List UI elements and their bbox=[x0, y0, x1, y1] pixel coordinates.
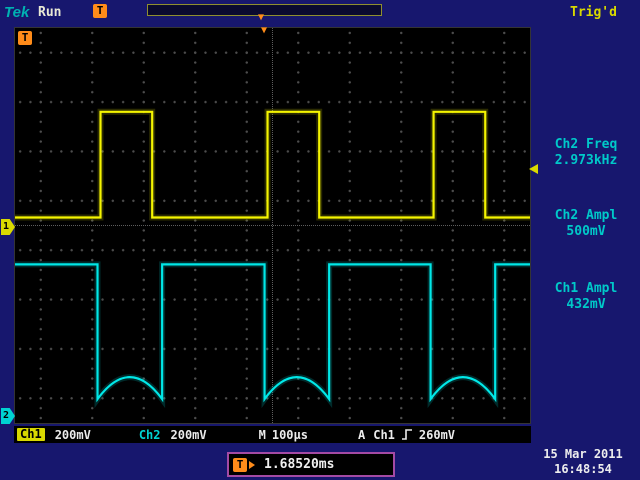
tek-logo: Tek bbox=[4, 4, 29, 21]
readout-bar: Ch1 200mV Ch2 200mV M 100µs A Ch1 260mV bbox=[14, 426, 531, 443]
trigger-source: Ch1 bbox=[373, 428, 395, 442]
measurement-ch2-freq: Ch2 Freq 2.973kHz bbox=[533, 137, 639, 169]
delay-time-value: 1.68520ms bbox=[264, 457, 334, 472]
trigger-t-icon-graticule: T bbox=[18, 31, 32, 45]
datetime-display: 15 Mar 2011 16:48:54 bbox=[528, 447, 638, 477]
ch2-scale-label: Ch2 bbox=[139, 428, 161, 442]
graticule: T ▼ bbox=[14, 27, 531, 424]
measurement-label: Ch2 Ampl bbox=[533, 208, 639, 224]
trigger-mode: A bbox=[358, 428, 365, 442]
trigger-t-icon-delay: T bbox=[233, 458, 247, 472]
ch1-trace-glow bbox=[15, 112, 530, 218]
ch1-volts-per-div: 200mV bbox=[55, 428, 91, 442]
measurement-label: Ch2 Freq bbox=[533, 137, 639, 153]
trigger-t-icon: T bbox=[93, 4, 107, 18]
measurement-value: 500mV bbox=[533, 224, 639, 240]
arrow-right-icon bbox=[249, 461, 255, 469]
date-text: 15 Mar 2011 bbox=[528, 447, 638, 462]
timebase-label: M bbox=[259, 428, 266, 442]
ch1-ground-marker: 1 bbox=[1, 219, 15, 235]
ch1-scale-badge: Ch1 bbox=[17, 428, 45, 441]
oscilloscope-screen: Tek Run T ▼ Trig'd T ▼ 1 2 Ch2 Freq 2.97… bbox=[0, 0, 640, 480]
measurement-label: Ch1 Ampl bbox=[533, 281, 639, 297]
ch2-trace bbox=[15, 264, 530, 399]
measurement-value: 2.973kHz bbox=[533, 153, 639, 169]
acquisition-status: Run bbox=[38, 5, 61, 20]
trigger-status: Trig'd bbox=[570, 5, 617, 20]
trigger-position-caret-icon: ▼ bbox=[261, 26, 267, 36]
trigger-level-value: 260mV bbox=[419, 428, 455, 442]
delay-time-box: T 1.68520ms bbox=[227, 452, 395, 477]
measurement-ch1-ampl: Ch1 Ampl 432mV bbox=[533, 281, 639, 313]
measurement-value: 432mV bbox=[533, 297, 639, 313]
record-view-bar bbox=[147, 4, 382, 16]
measurement-ch2-ampl: Ch2 Ampl 500mV bbox=[533, 208, 639, 240]
timebase-value: 100µs bbox=[272, 428, 308, 442]
ch1-trace bbox=[15, 112, 530, 218]
waveform-plot bbox=[15, 28, 530, 423]
trigger-position-caret-icon: ▼ bbox=[258, 13, 264, 23]
ch2-volts-per-div: 200mV bbox=[171, 428, 207, 442]
time-text: 16:48:54 bbox=[528, 462, 638, 477]
rising-edge-icon bbox=[401, 428, 413, 441]
ch2-ground-marker: 2 bbox=[1, 408, 15, 424]
